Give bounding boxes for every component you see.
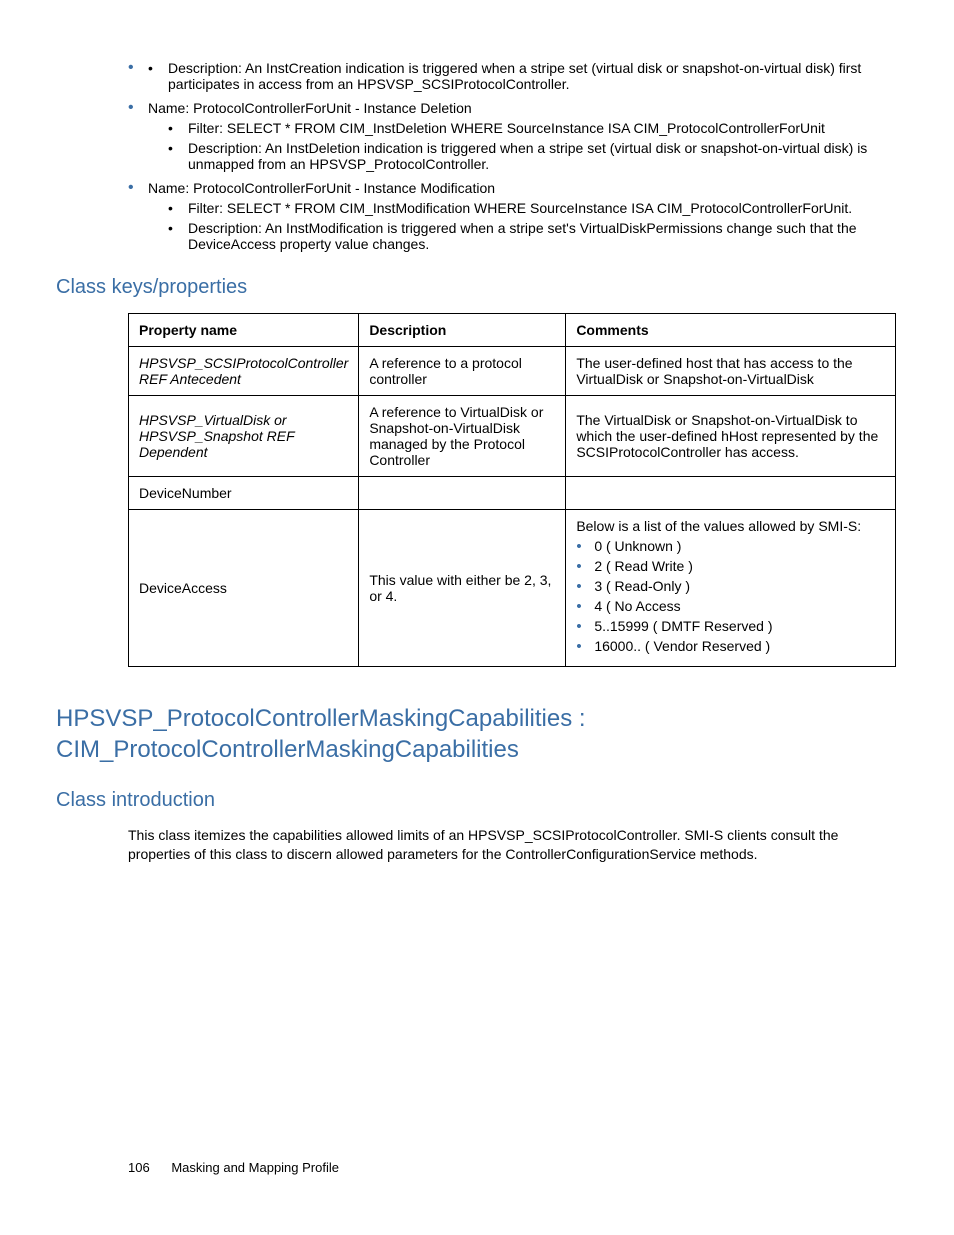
bullet-text: Description: An InstDeletion indication … xyxy=(188,140,867,172)
table-header: Comments xyxy=(566,314,896,347)
table-header-row: Property name Description Comments xyxy=(129,314,896,347)
list-item: 16000.. ( Vendor Reserved ) xyxy=(576,638,885,654)
cell-intro-text: Below is a list of the values allowed by… xyxy=(576,518,861,534)
table-cell: This value with either be 2, 3, or 4. xyxy=(359,510,566,667)
list-item: Description: An InstCreation indication … xyxy=(148,60,898,92)
properties-table: Property name Description Comments HPSVS… xyxy=(128,313,896,667)
footer-title: Masking and Mapping Profile xyxy=(171,1160,339,1175)
bullet-text: Filter: SELECT * FROM CIM_InstModificati… xyxy=(188,200,852,216)
table-cell: The user-defined host that has access to… xyxy=(566,347,896,396)
table-header: Description xyxy=(359,314,566,347)
table-row: HPSVSP_VirtualDisk or HPSVSP_Snapshot RE… xyxy=(129,396,896,477)
bullet-text: Name: ProtocolControllerForUnit - Instan… xyxy=(148,180,495,196)
table-row: HPSVSP_SCSIProtocolController REF Antece… xyxy=(129,347,896,396)
section-heading-class-intro: Class introduction xyxy=(56,789,898,812)
bullet-text: Filter: SELECT * FROM CIM_InstDeletion W… xyxy=(188,120,825,136)
table-header: Property name xyxy=(129,314,359,347)
section-heading-class-keys: Class keys/properties xyxy=(56,276,898,299)
list-item: Name: ProtocolControllerForUnit - Instan… xyxy=(128,180,898,252)
table-cell: A reference to a protocol controller xyxy=(359,347,566,396)
table-cell xyxy=(359,477,566,510)
top-bullet-list: Description: An InstCreation indication … xyxy=(128,60,898,252)
list-item: Description: An InstDeletion indication … xyxy=(168,140,898,172)
table-cell: DeviceAccess xyxy=(129,510,359,667)
table-row: DeviceNumber xyxy=(129,477,896,510)
table-cell xyxy=(566,477,896,510)
page-number: 106 xyxy=(128,1160,150,1175)
section-heading-capabilities: HPSVSP_ProtocolControllerMaskingCapabili… xyxy=(56,703,898,765)
page-footer: 106 Masking and Mapping Profile xyxy=(128,1160,339,1175)
table-cell: HPSVSP_SCSIProtocolController REF Antece… xyxy=(129,347,359,396)
list-item: Name: ProtocolControllerForUnit - Instan… xyxy=(128,100,898,172)
list-item: 4 ( No Access xyxy=(576,598,885,614)
bullet-text: Description: An InstCreation indication … xyxy=(168,60,861,92)
table-cell: HPSVSP_VirtualDisk or HPSVSP_Snapshot RE… xyxy=(129,396,359,477)
table-row: DeviceAccess This value with either be 2… xyxy=(129,510,896,667)
list-item: Description: An InstModification is trig… xyxy=(168,220,898,252)
list-item: 0 ( Unknown ) xyxy=(576,538,885,554)
list-item: 5..15999 ( DMTF Reserved ) xyxy=(576,618,885,634)
class-intro-body: This class itemizes the capabilities all… xyxy=(128,826,898,864)
list-item: Filter: SELECT * FROM CIM_InstModificati… xyxy=(168,200,898,216)
list-item: 3 ( Read-Only ) xyxy=(576,578,885,594)
bullet-text: Description: An InstModification is trig… xyxy=(188,220,857,252)
table-cell: A reference to VirtualDisk or Snapshot-o… xyxy=(359,396,566,477)
allowed-values-list: 0 ( Unknown ) 2 ( Read Write ) 3 ( Read-… xyxy=(576,538,885,654)
list-item: 2 ( Read Write ) xyxy=(576,558,885,574)
bullet-text: Name: ProtocolControllerForUnit - Instan… xyxy=(148,100,472,116)
table-cell: The VirtualDisk or Snapshot-on-VirtualDi… xyxy=(566,396,896,477)
list-item: Filter: SELECT * FROM CIM_InstDeletion W… xyxy=(168,120,898,136)
table-cell: Below is a list of the values allowed by… xyxy=(566,510,896,667)
table-cell: DeviceNumber xyxy=(129,477,359,510)
